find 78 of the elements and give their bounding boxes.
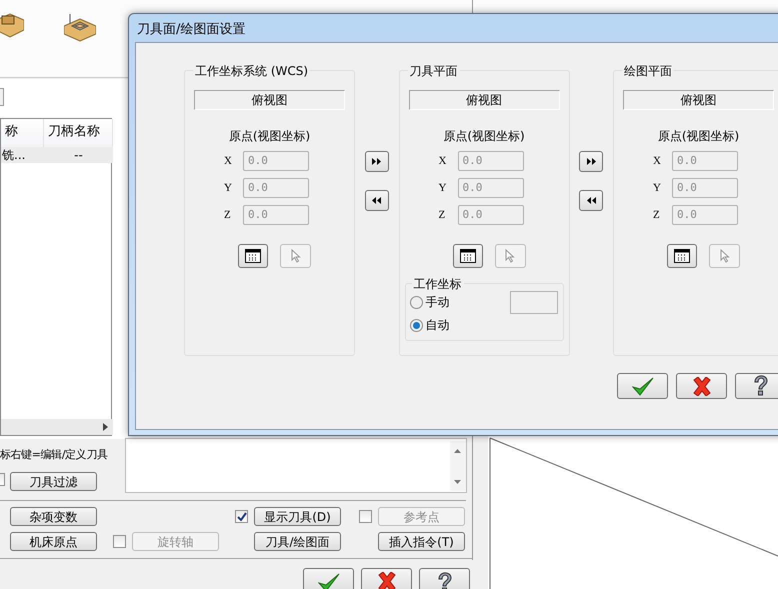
vertical-scrollbar[interactable]: [450, 441, 466, 491]
block-icon[interactable]: [0, 12, 24, 38]
view-select-button[interactable]: [238, 244, 268, 268]
radio-button[interactable]: [410, 318, 422, 332]
group-title: 工作坐标系统 (WCS): [193, 62, 310, 80]
close-icon: [692, 376, 712, 396]
cursor-icon: [720, 249, 730, 263]
option-button[interactable]: 插入指令(T): [378, 532, 465, 551]
option-button[interactable]: 显示刀具(D): [254, 507, 341, 526]
cancel-button[interactable]: [676, 373, 727, 399]
scroll-right-icon[interactable]: [103, 423, 108, 431]
tool-filter-button[interactable]: 刀具过滤: [10, 472, 97, 491]
check-icon: [318, 572, 340, 589]
ok-button[interactable]: [303, 568, 354, 589]
pick-button[interactable]: [494, 244, 526, 268]
pick-button[interactable]: [280, 244, 311, 268]
column-header[interactable]: 称: [1, 119, 44, 147]
radio-option[interactable]: 手动: [410, 293, 450, 311]
ok-button[interactable]: [617, 373, 668, 399]
option-button[interactable]: 杂项变数: [10, 507, 97, 526]
checkbox[interactable]: [235, 510, 248, 523]
copy-forward-button[interactable]: [364, 151, 389, 172]
radio-option[interactable]: 自动: [410, 316, 450, 334]
copy-forward-button[interactable]: [579, 151, 604, 172]
axis-label: X: [438, 154, 448, 169]
close-icon: [376, 572, 396, 589]
scroll-up-icon: [454, 449, 461, 453]
axis-label: Z: [438, 208, 446, 223]
copy-back-button[interactable]: [364, 190, 389, 211]
option-button[interactable]: 刀具/绘图面: [254, 532, 341, 551]
axis-label: X: [224, 154, 233, 169]
pocket-block-icon[interactable]: [64, 14, 96, 42]
grid-icon: [460, 249, 476, 263]
option-button[interactable]: 机床原点: [10, 532, 97, 551]
scroll-down-icon: [454, 480, 461, 484]
view-name-field: 俯视图: [194, 90, 345, 110]
radio-label: 自动: [426, 317, 450, 334]
column-header[interactable]: 刀柄名称: [44, 119, 113, 147]
axis-label: Y: [438, 180, 448, 196]
axis-label: Y: [653, 180, 662, 196]
radio-label: 手动: [426, 294, 450, 311]
axis-label: Z: [224, 208, 232, 223]
pick-button[interactable]: [709, 244, 740, 268]
cursor-icon: [290, 249, 300, 263]
help-button[interactable]: [735, 373, 778, 399]
grid-icon: [245, 249, 261, 263]
radio-button[interactable]: [410, 296, 422, 308]
axis-label: X: [653, 154, 662, 169]
grid-icon: [674, 249, 690, 263]
view-name-field: 俯视图: [408, 90, 560, 110]
work-coord-field[interactable]: [510, 291, 558, 314]
double-left-arrow-icon: [372, 197, 382, 204]
check-icon: [236, 512, 246, 521]
cancel-button[interactable]: [361, 568, 412, 589]
cursor-icon: [505, 249, 515, 263]
hint-text: 标右键=编辑/定义刀具: [0, 447, 108, 463]
help-icon: [436, 572, 452, 589]
table-cell-text: 铣...: [2, 147, 26, 163]
help-icon: [752, 375, 768, 397]
view-select-button[interactable]: [452, 244, 482, 268]
origin-label: 原点(视图坐标): [656, 128, 740, 145]
view-name-field: 俯视图: [623, 90, 774, 110]
group-title: 工作坐标: [412, 275, 464, 293]
table-cell-text: --: [73, 147, 84, 163]
double-left-arrow-icon: [586, 197, 596, 204]
horizontal-scrollbar[interactable]: [1, 419, 113, 435]
origin-label: 原点(视图坐标): [228, 128, 312, 145]
view-select-button[interactable]: [667, 244, 697, 268]
axis-label: Z: [653, 208, 661, 223]
origin-label: 原点(视图坐标): [442, 128, 526, 145]
copy-back-button[interactable]: [579, 190, 604, 211]
axis-label: Y: [224, 180, 233, 196]
double-right-arrow-icon: [372, 158, 382, 165]
double-right-arrow-icon: [586, 158, 596, 165]
window-title: 刀具面/绘图面设置: [137, 21, 246, 39]
check-icon: [632, 376, 654, 396]
help-button[interactable]: [419, 568, 470, 589]
table-row[interactable]: 铣... --: [1, 147, 113, 163]
